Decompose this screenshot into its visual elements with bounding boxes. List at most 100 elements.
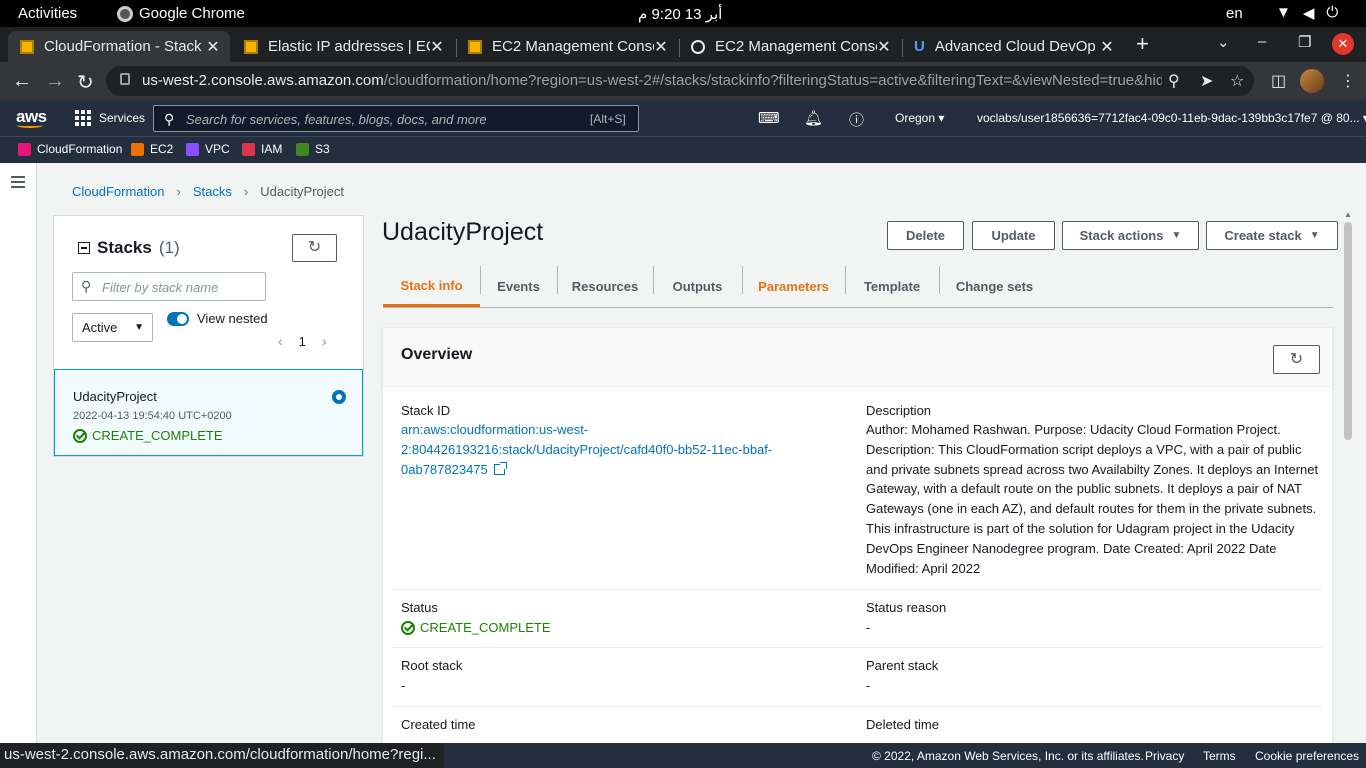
- stack-actions-button[interactable]: Stack actions ▼: [1062, 221, 1199, 250]
- update-button[interactable]: Update: [972, 221, 1055, 250]
- favorite-s3[interactable]: S3: [296, 142, 330, 156]
- aws-search-input[interactable]: [186, 110, 566, 128]
- privacy-link[interactable]: Privacy: [1145, 749, 1184, 763]
- status-label: Status: [401, 600, 438, 615]
- system-tray[interactable]: ▼ ◀ ⏻: [1276, 4, 1338, 22]
- new-tab-button[interactable]: +: [1136, 31, 1149, 57]
- refresh-overview-button[interactable]: ↻: [1273, 345, 1320, 374]
- browser-tab-ec2-2[interactable]: EC2 Management Conso ✕: [679, 31, 901, 62]
- search-icon: ⚲: [164, 111, 175, 127]
- browser-tab-udacity[interactable]: U Advanced Cloud DevOp ✕: [902, 31, 1124, 62]
- status-value: CREATE_COMPLETE: [401, 620, 551, 635]
- maximize-icon[interactable]: ❐: [1298, 33, 1311, 51]
- stack-id-link[interactable]: arn:aws:cloudformation:us-west- 2:804426…: [401, 420, 772, 480]
- tab-change-sets[interactable]: Change sets: [939, 266, 1050, 307]
- back-arrow-icon[interactable]: ←: [12, 70, 32, 93]
- tab-search-icon[interactable]: ⌄: [1217, 33, 1230, 51]
- divider: [392, 706, 1322, 707]
- stack-filter-input[interactable]: [102, 278, 257, 296]
- screen: Activities Google Chrome أبر 13 9:20 م e…: [0, 0, 1366, 768]
- tab-events[interactable]: Events: [480, 266, 557, 307]
- collapse-icon[interactable]: [78, 242, 90, 254]
- aws-logo[interactable]: aws: [16, 107, 47, 128]
- description-value: Author: Mohamed Rashwan. Purpose: Udacit…: [866, 422, 1319, 576]
- view-nested-toggle[interactable]: [167, 312, 189, 326]
- scroll-up-arrow-icon[interactable]: ▲: [1344, 210, 1352, 219]
- browser-toolbar: ← → ↻ us-west-2.console.aws.amazon.com/c…: [0, 62, 1366, 100]
- status-reason-value: -: [866, 620, 871, 635]
- notifications-bell-icon[interactable]: 🔔︎: [804, 109, 823, 127]
- zoom-search-icon[interactable]: ⚲: [1168, 71, 1180, 91]
- terms-link[interactable]: Terms: [1203, 749, 1236, 763]
- close-tab-icon[interactable]: ✕: [206, 37, 220, 57]
- lock-icon[interactable]: [120, 73, 130, 85]
- address-bar[interactable]: us-west-2.console.aws.amazon.com/cloudfo…: [106, 66, 1254, 96]
- favorite-iam[interactable]: IAM: [242, 142, 282, 156]
- favorite-vpc[interactable]: VPC: [186, 142, 230, 156]
- tab-stack-info[interactable]: Stack info: [383, 266, 480, 307]
- stack-select-radio[interactable]: [332, 390, 346, 404]
- root-stack-label: Root stack: [401, 658, 463, 673]
- clock[interactable]: أبر 13 9:20 م: [638, 5, 722, 23]
- prev-page-icon[interactable]: ‹: [278, 333, 283, 349]
- favorite-cloudformation[interactable]: CloudFormation: [18, 142, 122, 156]
- region-selector[interactable]: Oregon ▾: [895, 111, 944, 125]
- breadcrumb-stacks[interactable]: Stacks: [193, 184, 232, 199]
- profile-avatar[interactable]: [1300, 69, 1324, 93]
- help-icon[interactable]: ⓘ: [849, 109, 864, 130]
- next-page-icon[interactable]: ›: [322, 333, 327, 349]
- stack-filter[interactable]: ⚲: [72, 272, 266, 301]
- services-menu[interactable]: Services: [75, 110, 145, 126]
- caret-down-icon: ▼: [1171, 230, 1182, 241]
- stack-name[interactable]: UdacityProject: [73, 389, 157, 404]
- bookmark-star-icon[interactable]: ☆: [1230, 71, 1244, 91]
- app-menu[interactable]: Google Chrome: [117, 5, 245, 22]
- tab-outputs[interactable]: Outputs: [653, 266, 742, 307]
- close-tab-icon[interactable]: ✕: [1100, 37, 1114, 57]
- external-link-icon: [493, 462, 507, 475]
- tab-title: CloudFormation - Stack: [44, 38, 202, 55]
- side-panel-icon[interactable]: ◫: [1271, 71, 1286, 91]
- chrome-icon: [117, 5, 133, 22]
- account-menu[interactable]: voclabs/user1856636=7712fac4-09c0-11eb-9…: [977, 111, 1366, 125]
- browser-tab-ec2-1[interactable]: EC2 Management Conso ✕: [456, 31, 678, 62]
- create-stack-button[interactable]: Create stack ▼: [1206, 221, 1338, 250]
- s3-service-icon: [296, 142, 309, 156]
- close-tab-icon[interactable]: ✕: [654, 37, 668, 57]
- page-number[interactable]: 1: [299, 334, 306, 349]
- more-menu-icon[interactable]: ⋮: [1340, 71, 1356, 91]
- stack-list-item[interactable]: UdacityProject 2022-04-13 19:54:40 UTC+0…: [54, 369, 363, 456]
- browser-tab-cloudformation[interactable]: CloudFormation - Stack ✕: [8, 31, 230, 62]
- close-tab-icon[interactable]: ✕: [877, 37, 891, 57]
- menu-icon[interactable]: [11, 176, 25, 191]
- globe-icon: [691, 39, 705, 54]
- delete-button[interactable]: Delete: [887, 221, 964, 250]
- page-scrollbar[interactable]: ▲: [1341, 210, 1355, 743]
- minimize-icon[interactable]: ‒: [1258, 33, 1266, 50]
- close-window-button[interactable]: ✕: [1332, 33, 1354, 55]
- forward-arrow-icon[interactable]: →: [45, 70, 65, 93]
- tab-template[interactable]: Template: [845, 266, 939, 307]
- input-language[interactable]: en: [1226, 5, 1243, 22]
- deleted-time-label: Deleted time: [866, 717, 939, 732]
- breadcrumb-current: UdacityProject: [260, 184, 345, 199]
- aws-search-box[interactable]: ⚲ [Alt+S]: [153, 105, 639, 132]
- url-text: us-west-2.console.aws.amazon.com/cloudfo…: [142, 72, 1162, 89]
- browser-tab-elastic-ip[interactable]: Elastic IP addresses | EC ✕: [232, 31, 454, 62]
- cloudshell-icon[interactable]: ⌨: [758, 109, 780, 127]
- close-tab-icon[interactable]: ✕: [430, 37, 444, 57]
- reload-icon[interactable]: ↻: [77, 70, 94, 95]
- refresh-stacks-button[interactable]: ↻: [292, 234, 337, 262]
- breadcrumb-cloudformation[interactable]: CloudFormation: [72, 184, 165, 199]
- breadcrumb: CloudFormation › Stacks › UdacityProject: [72, 184, 344, 199]
- tab-parameters[interactable]: Parameters: [742, 266, 845, 307]
- send-icon[interactable]: ➤: [1200, 71, 1213, 91]
- scrollbar-thumb[interactable]: [1344, 222, 1352, 440]
- favorite-ec2[interactable]: EC2: [131, 142, 173, 156]
- cookie-preferences-link[interactable]: Cookie preferences: [1255, 749, 1359, 763]
- description-label: Description: [866, 403, 932, 418]
- aws-favicon-icon: [20, 39, 34, 54]
- tab-resources[interactable]: Resources: [557, 266, 653, 307]
- status-filter-select[interactable]: Active ▼: [72, 313, 153, 342]
- activities-button[interactable]: Activities: [18, 5, 77, 22]
